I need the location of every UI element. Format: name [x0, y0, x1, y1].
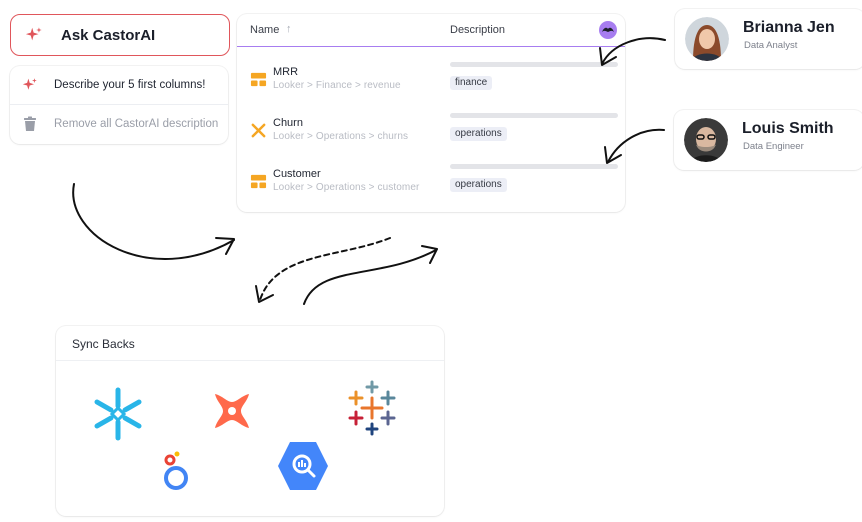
description-placeholder-bar [450, 113, 618, 118]
dashboard-icon [250, 174, 267, 189]
menu-item-remove-descriptions[interactable]: Remove all CastorAI description [10, 104, 228, 143]
table-row[interactable]: Customer Looker > Operations > customer … [237, 160, 625, 210]
bigquery-logo[interactable] [276, 440, 330, 492]
sparkle-icon [25, 27, 42, 41]
avatar [684, 118, 728, 162]
row-tag[interactable]: finance [450, 76, 493, 90]
row-path: Looker > Operations > customer [273, 182, 420, 193]
description-placeholder-bar [450, 164, 618, 169]
arrow-sync-to-table [303, 249, 437, 305]
ask-castorai-button[interactable]: Ask CastorAI [10, 14, 230, 56]
dbt-logo[interactable] [209, 388, 255, 434]
menu-item-label: Describe your 5 first columns! [54, 79, 206, 91]
row-name[interactable]: Churn [273, 117, 303, 129]
sort-arrow-icon[interactable]: ↑ [286, 23, 292, 35]
table-row[interactable]: Churn Looker > Operations > churns opera… [237, 109, 625, 159]
row-path: Looker > Operations > churns [273, 131, 409, 142]
person-card-louis-smith[interactable]: Louis Smith Data Engineer [674, 110, 862, 170]
person-card-brianna-jen[interactable]: Brianna Jen Data Analyst [675, 9, 862, 69]
sync-backs-panel: Sync Backs [56, 326, 444, 516]
avatar [685, 17, 729, 61]
looker-logo[interactable] [160, 448, 192, 494]
arrow-head [255, 285, 274, 303]
row-tag[interactable]: operations [450, 178, 507, 192]
description-placeholder-bar [450, 62, 618, 67]
column-header-name[interactable]: Name [250, 24, 279, 36]
row-name[interactable]: Customer [273, 168, 321, 180]
person-name: Louis Smith [742, 120, 834, 137]
person-role: Data Analyst [744, 40, 798, 51]
ask-castorai-label: Ask CastorAI [61, 26, 156, 44]
row-tag[interactable]: operations [450, 127, 507, 141]
sync-backs-header: Sync Backs [56, 326, 444, 361]
row-path: Looker > Finance > revenue [273, 80, 401, 91]
assets-table: Name ↑ Description MRR Looker > Finance … [237, 14, 625, 212]
column-header-description[interactable]: Description [450, 24, 505, 36]
menu-item-label: Remove all CastorAI description [54, 118, 219, 130]
menu-item-describe-columns[interactable]: Describe your 5 first columns! [10, 66, 228, 104]
arrow-table-to-sync [259, 237, 391, 301]
person-role: Data Engineer [743, 141, 804, 152]
table-row[interactable]: MRR Looker > Finance > revenue finance [237, 58, 625, 108]
sync-backs-title: Sync Backs [72, 337, 135, 351]
tableau-logo[interactable] [342, 378, 402, 438]
person-name: Brianna Jen [743, 19, 835, 36]
castor-avatar-icon [599, 21, 617, 39]
x-icon [251, 123, 266, 138]
trash-icon [24, 116, 36, 131]
dashboard-icon [250, 72, 267, 87]
arrow-head [421, 245, 438, 264]
table-header: Name ↑ Description [237, 14, 625, 47]
arrow-head [215, 237, 235, 255]
snowflake-logo[interactable] [90, 386, 146, 442]
sparkle-icon [22, 78, 37, 90]
arrow-menu-to-table [72, 183, 235, 260]
row-name[interactable]: MRR [273, 66, 298, 78]
castorai-actions-menu: Describe your 5 first columns! Remove al… [10, 66, 228, 144]
